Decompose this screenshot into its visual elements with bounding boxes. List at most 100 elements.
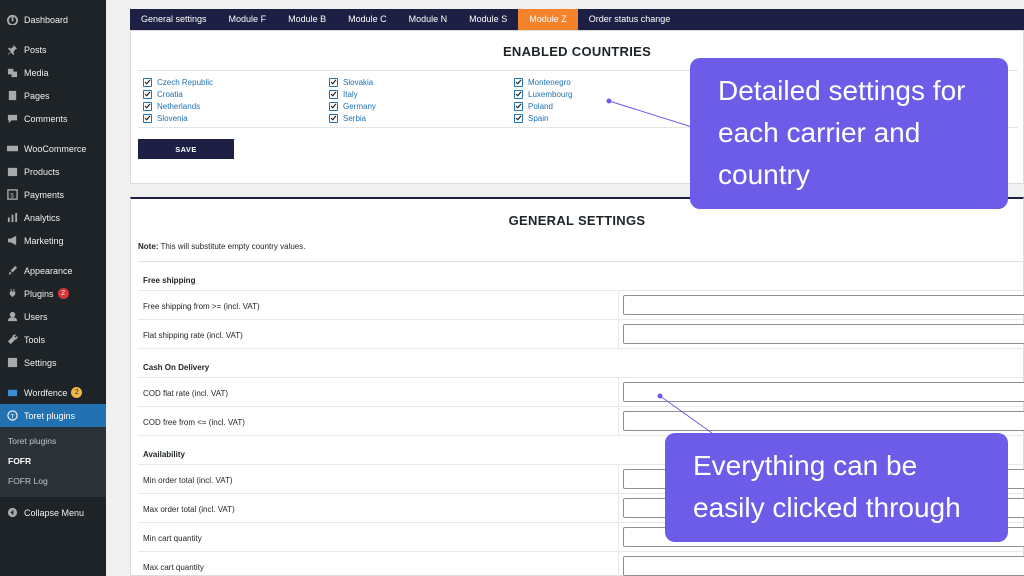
settings-input[interactable]	[623, 324, 1024, 344]
country-label: Germany	[343, 101, 376, 111]
checkbox-checked-icon[interactable]	[514, 77, 523, 87]
sidebar-item-wordfence[interactable]: Wordfence 2	[0, 381, 106, 404]
sidebar-item-comments[interactable]: Comments	[0, 107, 106, 130]
country-checkbox-slovakia[interactable]: Slovakia	[329, 76, 376, 88]
sidebar-item-media[interactable]: Media	[0, 61, 106, 84]
payments-icon: $	[6, 189, 18, 201]
sidebar-item-pages[interactable]: Pages	[0, 84, 106, 107]
checkbox-checked-icon[interactable]	[329, 89, 338, 99]
sidebar-item-products[interactable]: Products	[0, 160, 106, 183]
country-checkbox-italy[interactable]: Italy	[329, 88, 376, 100]
sidebar-item-toret-plugins[interactable]: T Toret plugins	[0, 404, 106, 427]
collapse-menu-button[interactable]: Collapse Menu	[0, 501, 106, 524]
checkbox-checked-icon[interactable]	[514, 113, 523, 123]
country-column: Czech Republic Croatia Netherlands Slovenia	[143, 76, 213, 124]
checkbox-checked-icon[interactable]	[514, 101, 523, 111]
country-checkbox-netherlands[interactable]: Netherlands	[143, 100, 213, 112]
submenu-item-fofr[interactable]: FOFR	[0, 451, 106, 471]
country-checkbox-croatia[interactable]: Croatia	[143, 88, 213, 100]
column-divider	[618, 494, 619, 522]
sidebar-item-label: Analytics	[24, 212, 61, 223]
country-label: Czech Republic	[157, 77, 214, 87]
admin-sidebar: Dashboard Posts Media Pages Comments WooComme…	[0, 0, 106, 576]
wordfence-icon	[6, 387, 18, 399]
tab-order-status-change[interactable]: Order status change	[578, 9, 682, 30]
country-checkbox-czech-republic[interactable]: Czech Republic	[143, 76, 213, 88]
save-button[interactable]: SAVE	[138, 139, 234, 159]
checkbox-checked-icon[interactable]	[143, 77, 152, 87]
checkbox-checked-icon[interactable]	[143, 89, 152, 99]
settings-input[interactable]	[623, 295, 1024, 315]
dashboard-icon	[6, 14, 18, 26]
column-divider	[618, 378, 619, 406]
settings-input[interactable]	[623, 382, 1024, 402]
sidebar-item-posts[interactable]: Posts	[0, 38, 106, 61]
sidebar-item-appearance[interactable]: Appearance	[0, 259, 106, 282]
column-divider	[618, 465, 619, 493]
tab-module-c[interactable]: Module C	[337, 9, 398, 30]
settings-section-header: Free shipping	[138, 262, 1024, 291]
country-label: Spain	[528, 113, 549, 123]
checkbox-checked-icon[interactable]	[329, 77, 338, 87]
sidebar-item-tools[interactable]: Tools	[0, 328, 106, 351]
country-checkbox-slovenia[interactable]: Slovenia	[143, 112, 213, 124]
sidebar-item-label: Tools	[24, 334, 46, 345]
sidebar-item-label: Media	[24, 67, 49, 78]
submenu-item-fofr-log[interactable]: FOFR Log	[0, 471, 106, 491]
settings-label: Min cart quantity	[143, 534, 202, 543]
country-checkbox-montenegro[interactable]: Montenegro	[514, 76, 572, 88]
sidebar-item-label: Wordfence	[24, 387, 68, 398]
sidebar-item-payments[interactable]: $ Payments	[0, 183, 106, 206]
sidebar-item-label: Dashboard	[24, 14, 69, 25]
country-label: Netherlands	[157, 101, 201, 111]
sidebar-item-label: Products	[24, 166, 60, 177]
country-checkbox-germany[interactable]: Germany	[329, 100, 376, 112]
country-label: Slovakia	[343, 77, 374, 87]
tab-general-settings[interactable]: General settings	[130, 9, 218, 30]
settings-label: Flat shipping rate (incl. VAT)	[143, 331, 243, 340]
country-label: Croatia	[157, 89, 183, 99]
checkbox-checked-icon[interactable]	[143, 101, 152, 111]
sidebar-item-analytics[interactable]: Analytics	[0, 206, 106, 229]
sidebar-item-marketing[interactable]: Marketing	[0, 229, 106, 252]
settings-label: Max cart quantity	[143, 563, 204, 572]
settings-label: Min order total (incl. VAT)	[143, 476, 233, 485]
checkbox-checked-icon[interactable]	[143, 113, 152, 123]
sidebar-item-label: Marketing	[24, 235, 64, 246]
tab-module-f[interactable]: Module F	[218, 9, 278, 30]
submenu-item-toret-plugins[interactable]: Toret plugins	[0, 431, 106, 451]
sidebar-item-dashboard[interactable]: Dashboard	[0, 8, 106, 31]
country-checkbox-serbia[interactable]: Serbia	[329, 112, 376, 124]
sidebar-item-label: Pages	[24, 90, 50, 101]
sidebar-item-plugins[interactable]: Plugins 2	[0, 282, 106, 305]
general-settings-title: GENERAL SETTINGS	[508, 213, 646, 228]
checkbox-checked-icon[interactable]	[329, 101, 338, 111]
country-label: Montenegro	[528, 77, 571, 87]
tab-module-b[interactable]: Module B	[277, 9, 337, 30]
settings-input[interactable]	[623, 411, 1024, 431]
analytics-icon	[6, 212, 18, 224]
settings-row: COD flat rate (incl. VAT)	[138, 378, 1024, 407]
country-checkbox-poland[interactable]: Poland	[514, 100, 572, 112]
settings-section-header: Cash On Delivery	[138, 349, 1024, 378]
sidebar-item-label: Toret plugins	[24, 410, 76, 421]
page-icon	[6, 90, 18, 102]
svg-text:$: $	[10, 192, 14, 199]
settings-row: COD free from <= (incl. VAT)	[138, 407, 1024, 436]
settings-input[interactable]	[623, 556, 1024, 576]
country-checkbox-luxembourg[interactable]: Luxembourg	[514, 88, 572, 100]
sidebar-item-users[interactable]: Users	[0, 305, 106, 328]
settings-label: COD flat rate (incl. VAT)	[143, 389, 229, 398]
sidebar-item-label: Users	[24, 311, 48, 322]
tab-module-s[interactable]: Module S	[458, 9, 518, 30]
checkbox-checked-icon[interactable]	[329, 113, 338, 123]
tab-module-z[interactable]: Module Z	[518, 9, 578, 30]
sidebar-item-settings[interactable]: Settings	[0, 351, 106, 374]
checkbox-checked-icon[interactable]	[514, 89, 523, 99]
tab-module-n[interactable]: Module N	[398, 9, 459, 30]
country-checkbox-spain[interactable]: Spain	[514, 112, 572, 124]
toret-icon: T	[6, 410, 18, 422]
column-divider	[618, 523, 619, 551]
sidebar-item-woocommerce[interactable]: WooCommerce	[0, 137, 106, 160]
settings-note: Note: This will substitute empty country…	[138, 242, 305, 251]
